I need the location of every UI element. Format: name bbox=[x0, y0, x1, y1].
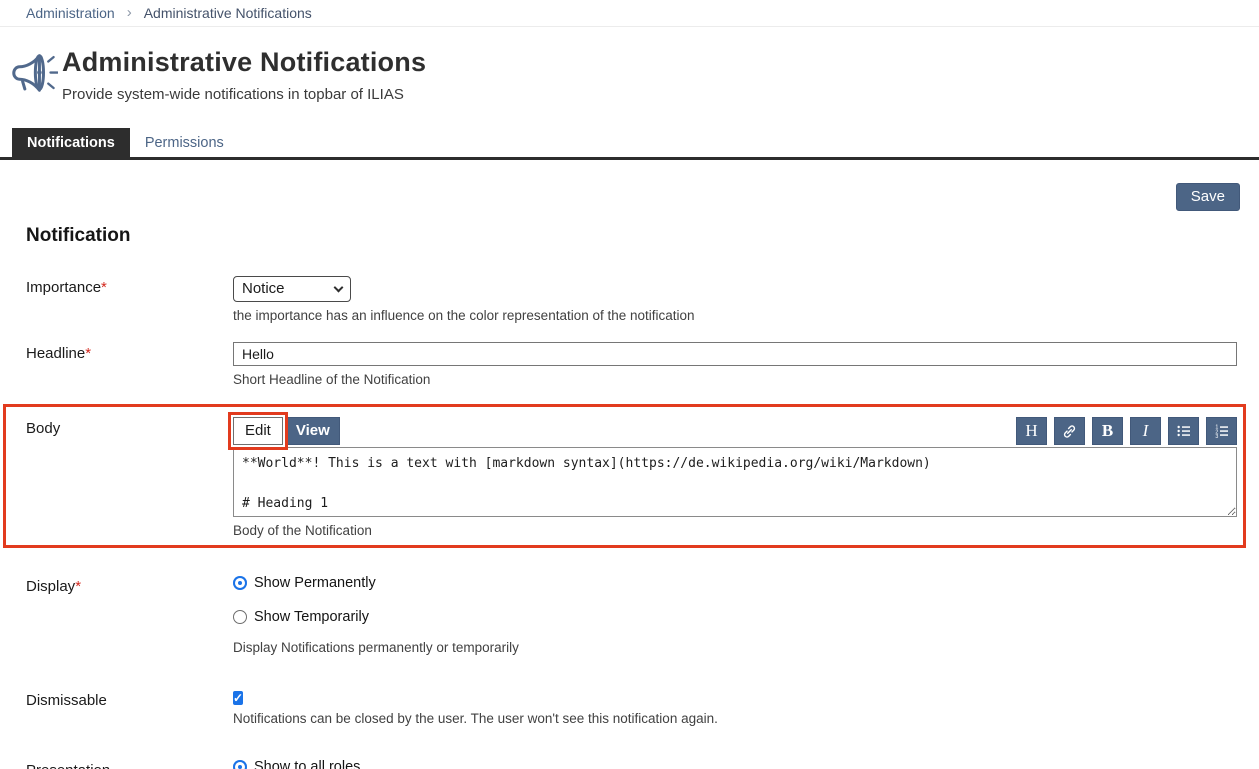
breadcrumb: Administration › Administrative Notifica… bbox=[0, 0, 1259, 27]
dismissable-label: Dismissable bbox=[26, 689, 233, 726]
form-row-dismissable: Dismissable ✓ Notifications can be close… bbox=[0, 689, 1259, 726]
radio-show-temporarily[interactable]: Show Temporarily bbox=[233, 609, 1237, 625]
breadcrumb-current: Administrative Notifications bbox=[144, 5, 312, 21]
page-header: Administrative Notifications Provide sys… bbox=[0, 27, 1259, 103]
body-edit-button[interactable]: Edit bbox=[233, 417, 283, 445]
radio-show-to-all-roles[interactable]: Show to all roles bbox=[233, 759, 1237, 769]
dismissable-checkbox[interactable]: ✓ bbox=[233, 691, 243, 705]
form-row-body: Body Edit View H bbox=[0, 417, 1259, 538]
radio-selected-icon[interactable] bbox=[233, 576, 247, 590]
dismissable-helper: Notifications can be closed by the user.… bbox=[233, 711, 1237, 726]
importance-helper: the importance has an influence on the c… bbox=[233, 308, 1237, 323]
page-subtitle: Provide system-wide notifications in top… bbox=[62, 86, 426, 103]
page: Administration › Administrative Notifica… bbox=[0, 0, 1259, 769]
headline-input[interactable] bbox=[233, 342, 1237, 366]
importance-select[interactable]: Notice bbox=[233, 276, 351, 302]
headline-label: Headline* bbox=[26, 342, 233, 387]
presentation-label: Presentation bbox=[26, 759, 233, 769]
required-marker: * bbox=[101, 279, 107, 296]
command-row: Save bbox=[0, 160, 1259, 211]
radio-show-permanently[interactable]: Show Permanently bbox=[233, 575, 1237, 591]
heading-icon[interactable]: H bbox=[1016, 417, 1047, 445]
tab-permissions[interactable]: Permissions bbox=[130, 128, 239, 157]
megaphone-icon bbox=[12, 47, 62, 93]
required-marker: * bbox=[75, 578, 81, 595]
tab-bar: Notifications Permissions bbox=[0, 128, 1259, 160]
section-heading: Notification bbox=[26, 225, 1259, 247]
form-row-presentation: Presentation Show to all roles All users… bbox=[0, 759, 1259, 769]
body-helper: Body of the Notification bbox=[233, 523, 1237, 538]
radio-unselected-icon[interactable] bbox=[233, 610, 247, 624]
importance-label: Importance* bbox=[26, 276, 233, 323]
form-row-headline: Headline* Short Headline of the Notifica… bbox=[0, 342, 1259, 387]
body-label: Body bbox=[26, 417, 233, 538]
tab-notifications[interactable]: Notifications bbox=[12, 128, 130, 157]
form-row-importance: Importance* Notice the importance has an… bbox=[0, 276, 1259, 323]
save-button[interactable]: Save bbox=[1176, 183, 1240, 211]
svg-text:3: 3 bbox=[1215, 434, 1218, 439]
body-textarea[interactable]: **World**! This is a text with [markdown… bbox=[233, 447, 1237, 517]
page-title: Administrative Notifications bbox=[62, 47, 426, 78]
breadcrumb-separator-icon: › bbox=[127, 5, 132, 20]
radio-selected-icon[interactable] bbox=[233, 760, 247, 769]
italic-icon[interactable]: I bbox=[1130, 417, 1161, 445]
display-label: Display* bbox=[26, 575, 233, 655]
bold-icon[interactable]: B bbox=[1092, 417, 1123, 445]
link-icon[interactable] bbox=[1054, 417, 1085, 445]
form-row-display: Display* Show Permanently Show Temporari… bbox=[0, 575, 1259, 655]
headline-helper: Short Headline of the Notification bbox=[233, 372, 1237, 387]
ordered-list-icon[interactable]: 1 2 3 bbox=[1206, 417, 1237, 445]
body-view-button[interactable]: View bbox=[286, 417, 340, 445]
required-marker: * bbox=[85, 345, 91, 362]
breadcrumb-link-administration[interactable]: Administration bbox=[26, 5, 115, 21]
display-helper: Display Notifications permanently or tem… bbox=[233, 640, 1237, 655]
unordered-list-icon[interactable] bbox=[1168, 417, 1199, 445]
